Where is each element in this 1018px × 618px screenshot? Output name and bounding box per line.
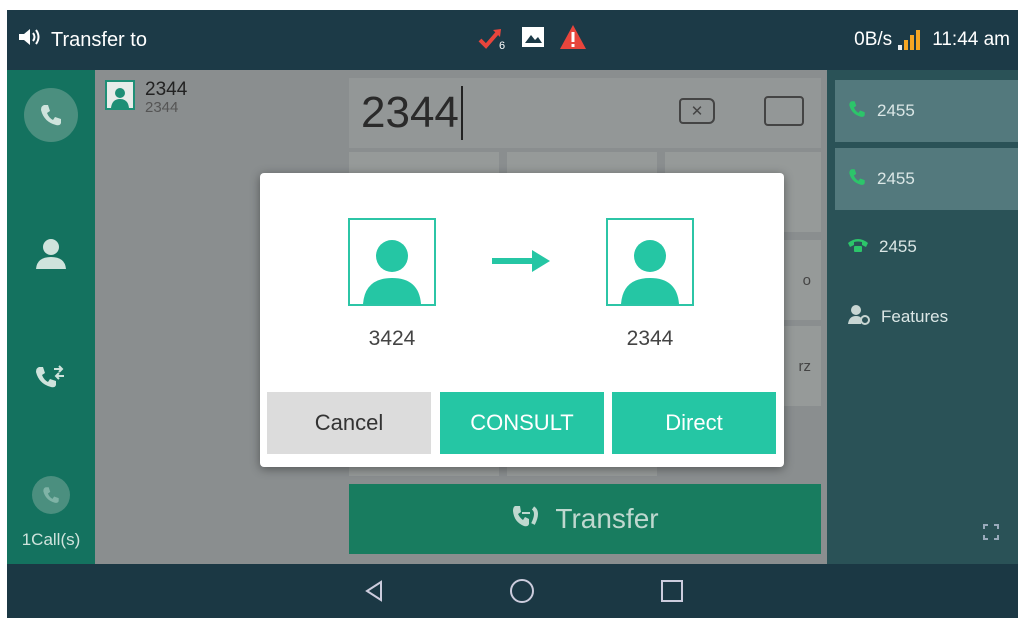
- status-right: 0B/s 11:44 am: [854, 10, 1010, 70]
- clock: 11:44 am: [932, 29, 1010, 50]
- number-input[interactable]: 2344 ✕: [349, 78, 821, 148]
- image-icon[interactable]: [521, 26, 545, 53]
- phone-screen: Transfer to 6 0B/s 11:44 am 1Call(s) 234…: [7, 10, 1018, 618]
- system-nav-bar: [7, 564, 1018, 618]
- to-avatar: [606, 218, 694, 306]
- missed-call-icon[interactable]: 6: [477, 26, 507, 54]
- signal-icon: [898, 30, 921, 50]
- warning-icon[interactable]: [559, 24, 587, 55]
- entered-number: 2344: [361, 86, 463, 140]
- status-bar: Transfer to 6 0B/s 11:44 am: [7, 10, 1018, 70]
- network-speed: 0B/s: [854, 29, 893, 50]
- speaker-icon: [17, 27, 43, 53]
- phone-icon: [847, 99, 867, 124]
- recents-icon[interactable]: [657, 576, 687, 606]
- from-number: 3424: [368, 327, 416, 350]
- screen-title: Transfer to: [51, 28, 147, 51]
- line-panel: 2455 2455 2455 Features: [827, 70, 1018, 564]
- call-transfer-icon: [34, 363, 68, 398]
- small-phone-icon: [32, 476, 70, 514]
- contact-number: 2344: [145, 99, 179, 116]
- calls-count[interactable]: 1Call(s): [7, 530, 95, 550]
- transfer-button[interactable]: Transfer: [349, 484, 821, 554]
- nav-active-call[interactable]: [7, 460, 95, 530]
- transfer-dialog: 3424 2344 Cancel CONSULT Direct: [260, 173, 784, 467]
- phone-icon: [24, 88, 78, 142]
- contact-name: 2344: [145, 79, 188, 100]
- left-nav: 1Call(s): [7, 70, 95, 564]
- phone-icon: [847, 167, 867, 192]
- nav-contacts[interactable]: [7, 220, 95, 290]
- consult-button[interactable]: CONSULT: [440, 392, 604, 454]
- features-key[interactable]: Features: [835, 286, 1018, 348]
- features-icon: [847, 304, 871, 331]
- arrow-right-icon: [490, 249, 552, 278]
- backspace-icon[interactable]: ✕: [679, 98, 715, 124]
- contact-icon: [33, 236, 69, 275]
- back-icon[interactable]: [359, 576, 389, 606]
- line-key[interactable]: 2455: [835, 148, 1018, 210]
- cancel-button[interactable]: Cancel: [267, 392, 431, 454]
- notification-icons: 6: [477, 24, 587, 55]
- line-key[interactable]: 2455: [835, 216, 1018, 278]
- direct-button[interactable]: Direct: [612, 392, 776, 454]
- from-avatar: [348, 218, 436, 306]
- contact-item[interactable]: 2344 2344: [105, 80, 187, 116]
- expand-icon[interactable]: [982, 523, 1000, 546]
- hold-phone-icon: [847, 237, 869, 258]
- keyboard-icon[interactable]: [764, 96, 804, 126]
- avatar: [105, 80, 135, 110]
- nav-calls[interactable]: [7, 80, 95, 150]
- status-left: Transfer to: [17, 10, 147, 70]
- to-number: 2344: [626, 327, 674, 350]
- home-icon[interactable]: [507, 576, 537, 606]
- line-key[interactable]: 2455: [835, 80, 1018, 142]
- call-transfer-icon: [511, 502, 543, 537]
- nav-transfer[interactable]: [7, 345, 95, 415]
